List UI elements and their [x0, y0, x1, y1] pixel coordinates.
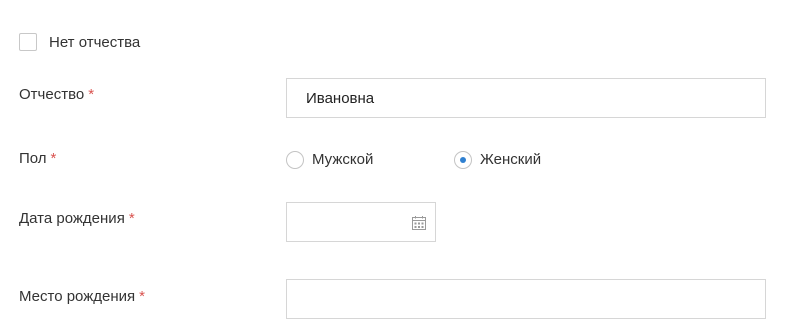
required-mark: * [139, 288, 145, 305]
birth-date-label-text: Дата рождения [19, 210, 125, 227]
gender-female-radio[interactable] [454, 151, 472, 169]
required-mark: * [88, 86, 95, 103]
required-mark: * [50, 150, 57, 167]
no-patronymic-checkbox[interactable] [19, 33, 37, 51]
patronymic-label: Отчество * [19, 86, 94, 104]
gender-female-label[interactable]: Женский [480, 151, 541, 169]
patronymic-input[interactable] [286, 78, 766, 118]
gender-male-radio[interactable] [286, 151, 304, 169]
birth-place-label: Место рождения * [19, 288, 145, 306]
gender-label: Пол * [19, 150, 56, 168]
calendar-icon[interactable] [411, 215, 427, 231]
no-patronymic-label[interactable]: Нет отчества [49, 34, 140, 52]
patronymic-label-text: Отчество [19, 86, 85, 103]
birth-place-label-text: Место рождения [19, 288, 136, 305]
person-form: Нет отчества Отчество* Пол* Мужской Женс… [0, 0, 794, 331]
gender-male-label[interactable]: Мужской [312, 151, 373, 169]
birth-date-label: Дата рождения * [19, 210, 135, 228]
birth-date-field[interactable] [286, 202, 436, 242]
birth-place-input[interactable] [286, 279, 766, 319]
gender-label-text: Пол [19, 150, 47, 167]
required-mark: * [128, 210, 135, 227]
